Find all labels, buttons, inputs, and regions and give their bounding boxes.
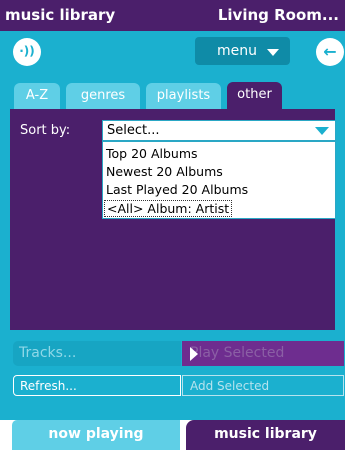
play-icon bbox=[190, 347, 198, 361]
dropdown-arrow-icon bbox=[315, 127, 329, 135]
tab-genres[interactable]: genres bbox=[66, 83, 140, 109]
sort-dropdown[interactable]: Select... bbox=[102, 120, 336, 141]
sort-selected: Select... bbox=[107, 123, 160, 138]
tab-a-z[interactable]: A-Z bbox=[14, 83, 60, 109]
add-selected-label: Add Selected bbox=[190, 379, 270, 393]
chevron-down-icon bbox=[267, 49, 279, 56]
sort-by-label: Sort by: bbox=[20, 123, 71, 138]
refresh-label: Refresh... bbox=[20, 379, 77, 393]
tab-label: other bbox=[237, 87, 272, 102]
back-button[interactable]: ← bbox=[316, 38, 344, 66]
app-title: music library bbox=[5, 6, 116, 24]
tab-now-playing[interactable]: now playing bbox=[12, 420, 180, 450]
play-selected-button[interactable]: Play Selected bbox=[182, 341, 344, 366]
zone-name[interactable]: Living Room... bbox=[218, 6, 339, 24]
tab-music-library[interactable]: music library bbox=[186, 420, 345, 450]
speaker-icon: ·)) bbox=[19, 44, 35, 58]
tracks-button[interactable]: Tracks... bbox=[13, 341, 181, 366]
back-arrow-icon: ← bbox=[323, 42, 337, 61]
tracks-label: Tracks... bbox=[19, 345, 77, 361]
title-bar: music library Living Room... bbox=[0, 0, 345, 31]
tab-label: now playing bbox=[48, 426, 144, 442]
tab-label: playlists bbox=[156, 88, 211, 103]
speaker-button[interactable]: ·)) bbox=[13, 38, 41, 66]
sort-option[interactable]: <All> Album: Artist bbox=[104, 200, 233, 217]
sort-option[interactable]: Last Played 20 Albums bbox=[106, 182, 248, 197]
tab-label: music library bbox=[214, 426, 317, 442]
tab-other[interactable]: other bbox=[227, 82, 282, 109]
tab-label: genres bbox=[80, 88, 126, 103]
play-selected-label: Play Selected bbox=[190, 345, 285, 361]
sort-options-list: Top 20 Albums Newest 20 Albums Last Play… bbox=[102, 141, 336, 219]
add-selected-button[interactable]: Add Selected bbox=[182, 375, 344, 396]
refresh-button[interactable]: Refresh... bbox=[13, 375, 181, 396]
sort-option[interactable]: Newest 20 Albums bbox=[106, 164, 223, 179]
tab-label: A-Z bbox=[25, 88, 49, 103]
menu-label: menu bbox=[217, 43, 257, 59]
menu-button[interactable]: menu bbox=[195, 37, 290, 65]
sort-option[interactable]: Top 20 Albums bbox=[106, 146, 198, 161]
tab-playlists[interactable]: playlists bbox=[146, 83, 221, 109]
